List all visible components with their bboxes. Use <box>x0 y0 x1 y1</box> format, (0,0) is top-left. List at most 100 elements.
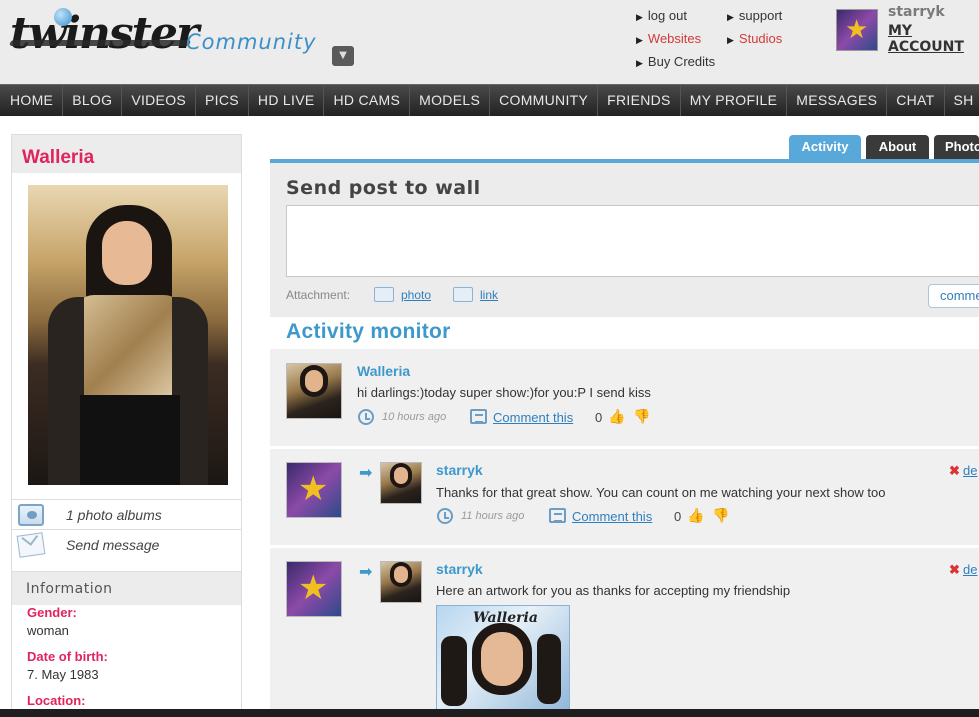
clock-icon <box>358 409 374 425</box>
profile-name: Walleria <box>12 135 241 173</box>
send-message-label: Send message <box>66 537 160 553</box>
comment-icon[interactable] <box>470 409 487 424</box>
triangle-right-icon: ▶ <box>636 58 643 68</box>
triangle-right-icon: ▶ <box>727 12 734 22</box>
nav-shop[interactable]: SH <box>945 85 979 116</box>
logo-text: twinster <box>10 8 199 59</box>
user-avatar[interactable] <box>286 363 342 419</box>
gender-value: woman <box>27 623 69 638</box>
send-message-link[interactable]: Send message <box>12 529 241 559</box>
photo-album-icon <box>18 504 44 526</box>
nav-hd-live[interactable]: HD LIVE <box>249 85 325 116</box>
nav-my-profile[interactable]: MY PROFILE <box>681 85 788 116</box>
clock-icon <box>437 508 453 524</box>
thumbs-up-icon[interactable]: 👍 <box>608 409 626 425</box>
wall-post-input[interactable] <box>286 205 979 277</box>
nav-community[interactable]: COMMUNITY <box>490 85 599 116</box>
attach-link-link[interactable]: link <box>480 288 498 302</box>
activity-user[interactable]: Walleria <box>357 363 410 379</box>
nav-pics[interactable]: PICS <box>196 85 249 116</box>
comment-button[interactable]: comment <box>928 284 979 308</box>
profile-photo[interactable] <box>28 185 228 485</box>
activity-user[interactable]: starryk <box>436 561 483 577</box>
activity-item: ★ ➡ starryk Thanks for that great show. … <box>270 449 979 545</box>
account-username[interactable]: starryk <box>888 4 945 20</box>
delete-link[interactable]: de <box>963 562 977 577</box>
triangle-right-icon: ▶ <box>727 35 734 45</box>
nav-blog[interactable]: BLOG <box>63 85 123 116</box>
activity-item: ★ ➡ starryk Here an artwork for you as t… <box>270 548 979 715</box>
nav-friends[interactable]: FRIENDS <box>598 85 681 116</box>
photo-albums-link[interactable]: 1 photo albums <box>12 499 241 529</box>
dob-label: Date of birth: <box>27 649 108 664</box>
profile-sidebar: Walleria 1 photo albums Send message Inf… <box>11 134 242 717</box>
logo-swoosh <box>8 40 192 46</box>
tab-about[interactable]: About <box>866 135 929 159</box>
post-title: Send post to wall <box>286 177 481 199</box>
thumbs-down-icon[interactable]: 👎 <box>712 508 730 524</box>
attachment-label: Attachment: <box>286 288 351 302</box>
link-icon[interactable] <box>453 287 473 302</box>
main-nav: HOME BLOG VIDEOS PICS HD LIVE HD CAMS MODELS CO… <box>0 84 979 116</box>
star-icon: ★ <box>845 15 869 45</box>
comment-this-link[interactable]: Comment this <box>572 509 652 524</box>
artwork-title: Walleria <box>473 610 538 626</box>
thumbs-up-icon[interactable]: 👍 <box>687 508 705 524</box>
triangle-right-icon: ▶ <box>636 12 643 22</box>
top-links-col2: ▶ support ▶ Studios <box>727 5 782 51</box>
arrow-right-icon: ➡ <box>359 463 373 482</box>
thumbs-down-icon[interactable]: 👎 <box>633 409 651 425</box>
user-avatar[interactable]: ★ <box>286 462 342 518</box>
delete-icon[interactable]: ✖ <box>949 562 960 578</box>
artwork-image[interactable]: Walleria <box>436 605 570 715</box>
buy-credits-link[interactable]: ▶ Buy Credits <box>636 51 715 74</box>
nav-models[interactable]: MODELS <box>410 85 491 116</box>
site-logo[interactable]: twinster <box>8 6 199 62</box>
nav-messages[interactable]: MESSAGES <box>787 85 888 116</box>
information-heading: Information <box>12 571 241 605</box>
comment-icon[interactable] <box>549 508 566 523</box>
comment-this-link[interactable]: Comment this <box>493 410 573 425</box>
location-label: Location: <box>27 693 86 708</box>
activity-time: 10 hours ago <box>382 411 447 423</box>
delete-icon[interactable]: ✖ <box>949 463 960 479</box>
nav-chat[interactable]: CHAT <box>887 85 945 116</box>
logo-dot-icon <box>54 8 72 26</box>
studios-link[interactable]: ▶ Studios <box>727 28 782 51</box>
target-avatar[interactable] <box>380 561 422 603</box>
my-account-link[interactable]: MY ACCOUNT <box>888 23 979 55</box>
site-header: twinster Community ▼ ▶ log out ▶ Websites … <box>0 0 979 84</box>
bottom-taskbar <box>0 709 979 717</box>
nav-hd-cams[interactable]: HD CAMS <box>324 85 411 116</box>
activity-time: 11 hours ago <box>461 510 525 522</box>
logout-link[interactable]: ▶ log out <box>636 5 715 28</box>
activity-text: Thanks for that great show. You can coun… <box>436 485 886 500</box>
user-avatar[interactable]: ★ <box>286 561 342 617</box>
tab-photos[interactable]: Photo <box>934 135 979 159</box>
nav-videos[interactable]: VIDEOS <box>122 85 197 116</box>
account-avatar[interactable]: ★ <box>836 9 878 51</box>
dob-value: 7. May 1983 <box>27 667 99 682</box>
like-count: 0 <box>595 410 603 425</box>
tab-activity[interactable]: Activity <box>789 135 861 159</box>
top-links-col1: ▶ log out ▶ Websites ▶ Buy Credits <box>636 5 715 74</box>
activity-text: hi darlings:)today super show:)for you:P… <box>357 385 651 400</box>
nav-home[interactable]: HOME <box>0 85 64 116</box>
gender-label: Gender: <box>27 605 77 620</box>
activity-monitor-title: Activity monitor <box>286 320 451 343</box>
websites-link[interactable]: ▶ Websites <box>636 28 715 51</box>
chevron-down-icon[interactable]: ▼ <box>332 46 354 66</box>
target-avatar[interactable] <box>380 462 422 504</box>
photo-icon[interactable] <box>374 287 394 302</box>
star-icon: ★ <box>298 469 329 509</box>
like-count: 0 <box>674 509 682 524</box>
activity-user[interactable]: starryk <box>436 462 483 478</box>
support-link[interactable]: ▶ support <box>727 5 782 28</box>
attach-photo-link[interactable]: photo <box>401 288 431 302</box>
delete-link[interactable]: de <box>963 463 977 478</box>
star-icon: ★ <box>298 568 329 608</box>
triangle-right-icon: ▶ <box>636 35 643 45</box>
post-to-wall-box: Send post to wall Attachment: photo link… <box>270 163 979 317</box>
community-brand[interactable]: Community <box>186 30 317 54</box>
photo-albums-label: 1 photo albums <box>66 507 162 523</box>
